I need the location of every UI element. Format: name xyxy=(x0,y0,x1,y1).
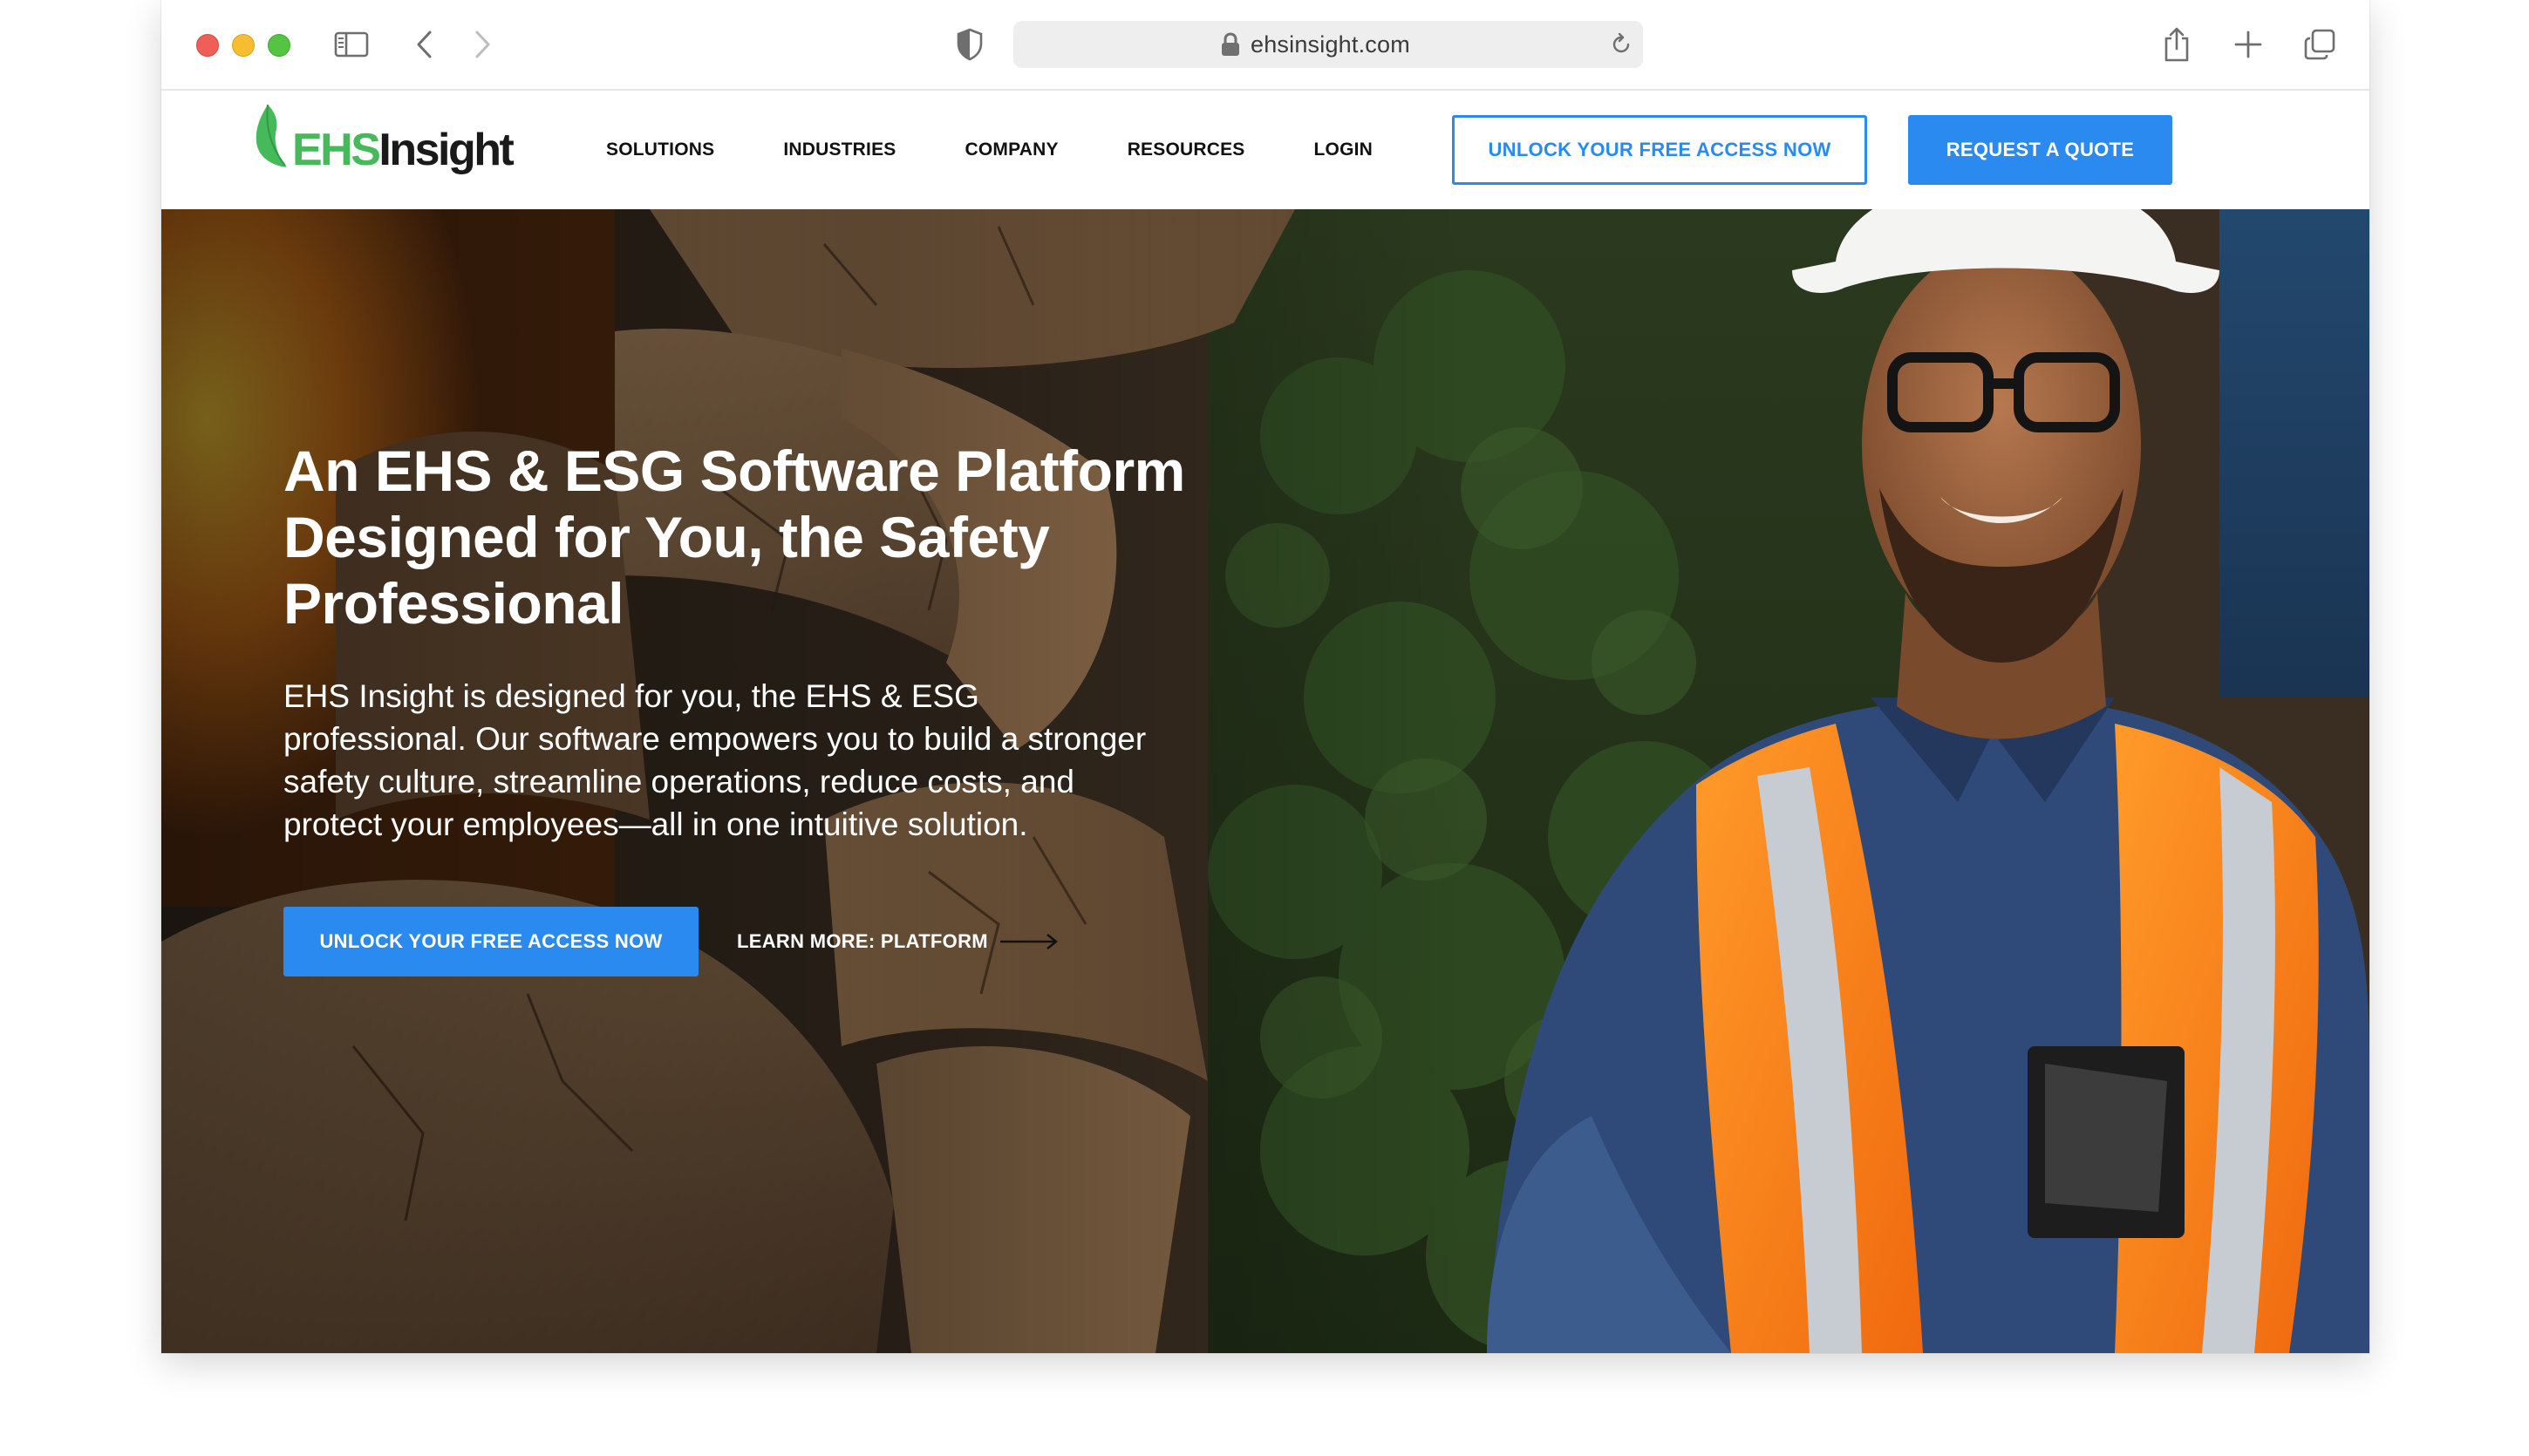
nav-company[interactable]: COMPANY xyxy=(965,139,1059,160)
request-quote-button[interactable]: REQUEST A QUOTE xyxy=(1908,115,2172,185)
hero-section: An EHS & ESG Software Platform Designed … xyxy=(161,209,2369,1353)
learn-more-platform-link[interactable]: LEARN MORE: PLATFORM xyxy=(737,907,1060,976)
arrow-right-icon xyxy=(999,934,1058,949)
main-nav: SOLUTIONS INDUSTRIES COMPANY RESOURCES L… xyxy=(606,91,1442,209)
nav-solutions[interactable]: SOLUTIONS xyxy=(606,139,714,160)
lock-icon xyxy=(1222,32,1239,56)
ehs-insight-logo[interactable]: EHSInsight xyxy=(252,98,515,185)
nav-login[interactable]: LOGIN xyxy=(1314,139,1374,160)
forward-icon[interactable] xyxy=(460,23,504,66)
share-icon[interactable] xyxy=(2155,23,2198,66)
address-bar[interactable]: ehsinsight.com xyxy=(1013,21,1643,68)
site-header: EHSInsight SOLUTIONS INDUSTRIES COMPANY … xyxy=(161,91,2369,209)
logo-wordmark: EHSInsight xyxy=(292,125,515,175)
unlock-free-access-hero-button[interactable]: UNLOCK YOUR FREE ACCESS NOW xyxy=(283,907,699,976)
hero-description: EHS Insight is designed for you, the EHS… xyxy=(283,678,1147,842)
nav-industries[interactable]: INDUSTRIES xyxy=(783,139,896,160)
browser-window: ehsinsight.com EHSInsight SOLUTIONS INDU… xyxy=(161,0,2369,1353)
privacy-shield-icon[interactable] xyxy=(948,23,992,66)
sidebar-icon[interactable] xyxy=(330,23,373,66)
unlock-free-access-header-button[interactable]: UNLOCK YOUR FREE ACCESS NOW xyxy=(1452,115,1867,185)
tabs-overview-icon[interactable] xyxy=(2298,23,2342,66)
hero-title: An EHS & ESG Software Platform Designed … xyxy=(283,439,1185,636)
back-icon[interactable] xyxy=(403,23,446,66)
reload-icon[interactable] xyxy=(1608,31,1634,58)
zoom-window-button[interactable] xyxy=(268,34,290,57)
minimize-window-button[interactable] xyxy=(232,34,255,57)
url-text: ehsinsight.com xyxy=(1251,31,1410,58)
nav-resources[interactable]: RESOURCES xyxy=(1128,139,1245,160)
close-window-button[interactable] xyxy=(196,34,219,57)
new-tab-icon[interactable] xyxy=(2226,23,2270,66)
browser-toolbar: ehsinsight.com xyxy=(161,0,2369,91)
learn-more-link-label: LEARN MORE: PLATFORM xyxy=(737,930,988,952)
